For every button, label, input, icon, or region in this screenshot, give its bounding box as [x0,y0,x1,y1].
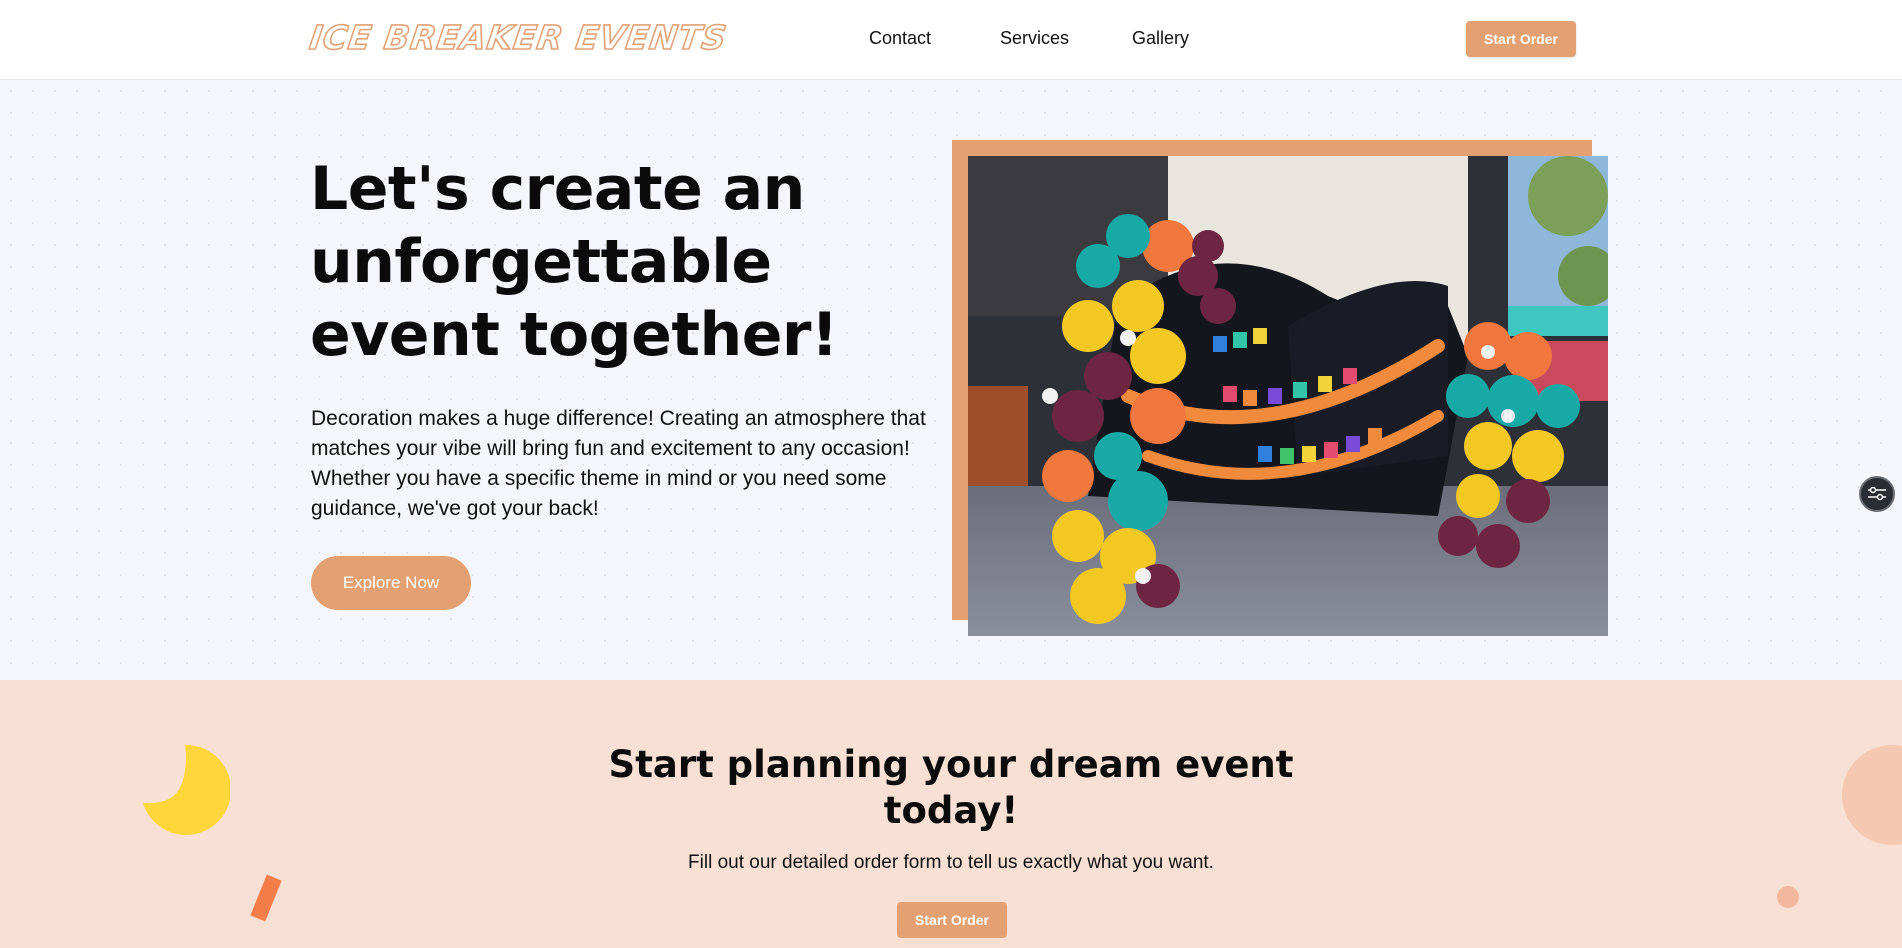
nav-gallery[interactable]: Gallery [1132,28,1189,49]
start-order-cta-button[interactable]: Start Order [897,902,1007,938]
logo[interactable]: ICE BREAKER EVENTS [306,17,730,58]
hero-photo [968,156,1608,636]
hero-section [0,80,1902,680]
orange-rectangle-shape [250,874,282,922]
hero-title: Let's create an unforgettable event toge… [310,154,838,370]
explore-now-button[interactable]: Explore Now [311,556,471,610]
peach-circle-shape [1842,745,1902,845]
peach-dot-shape [1777,886,1799,908]
floating-menu-button[interactable] [1859,476,1895,512]
balloon-display-image [968,156,1608,636]
sliders-icon [1868,487,1886,501]
site-header: ICE BREAKER EVENTS Contact Services Gall… [0,0,1902,80]
hero-description: Decoration makes a huge difference! Crea… [311,407,926,520]
yellow-crescent-shape [143,745,230,835]
nav-contact[interactable]: Contact [869,28,931,49]
cta-subtitle: Fill out our detailed order form to tell… [688,852,1214,873]
cta-title: Start planning your dream event today! [608,743,1294,832]
start-order-button[interactable]: Start Order [1466,21,1576,57]
nav-services[interactable]: Services [1000,28,1069,49]
